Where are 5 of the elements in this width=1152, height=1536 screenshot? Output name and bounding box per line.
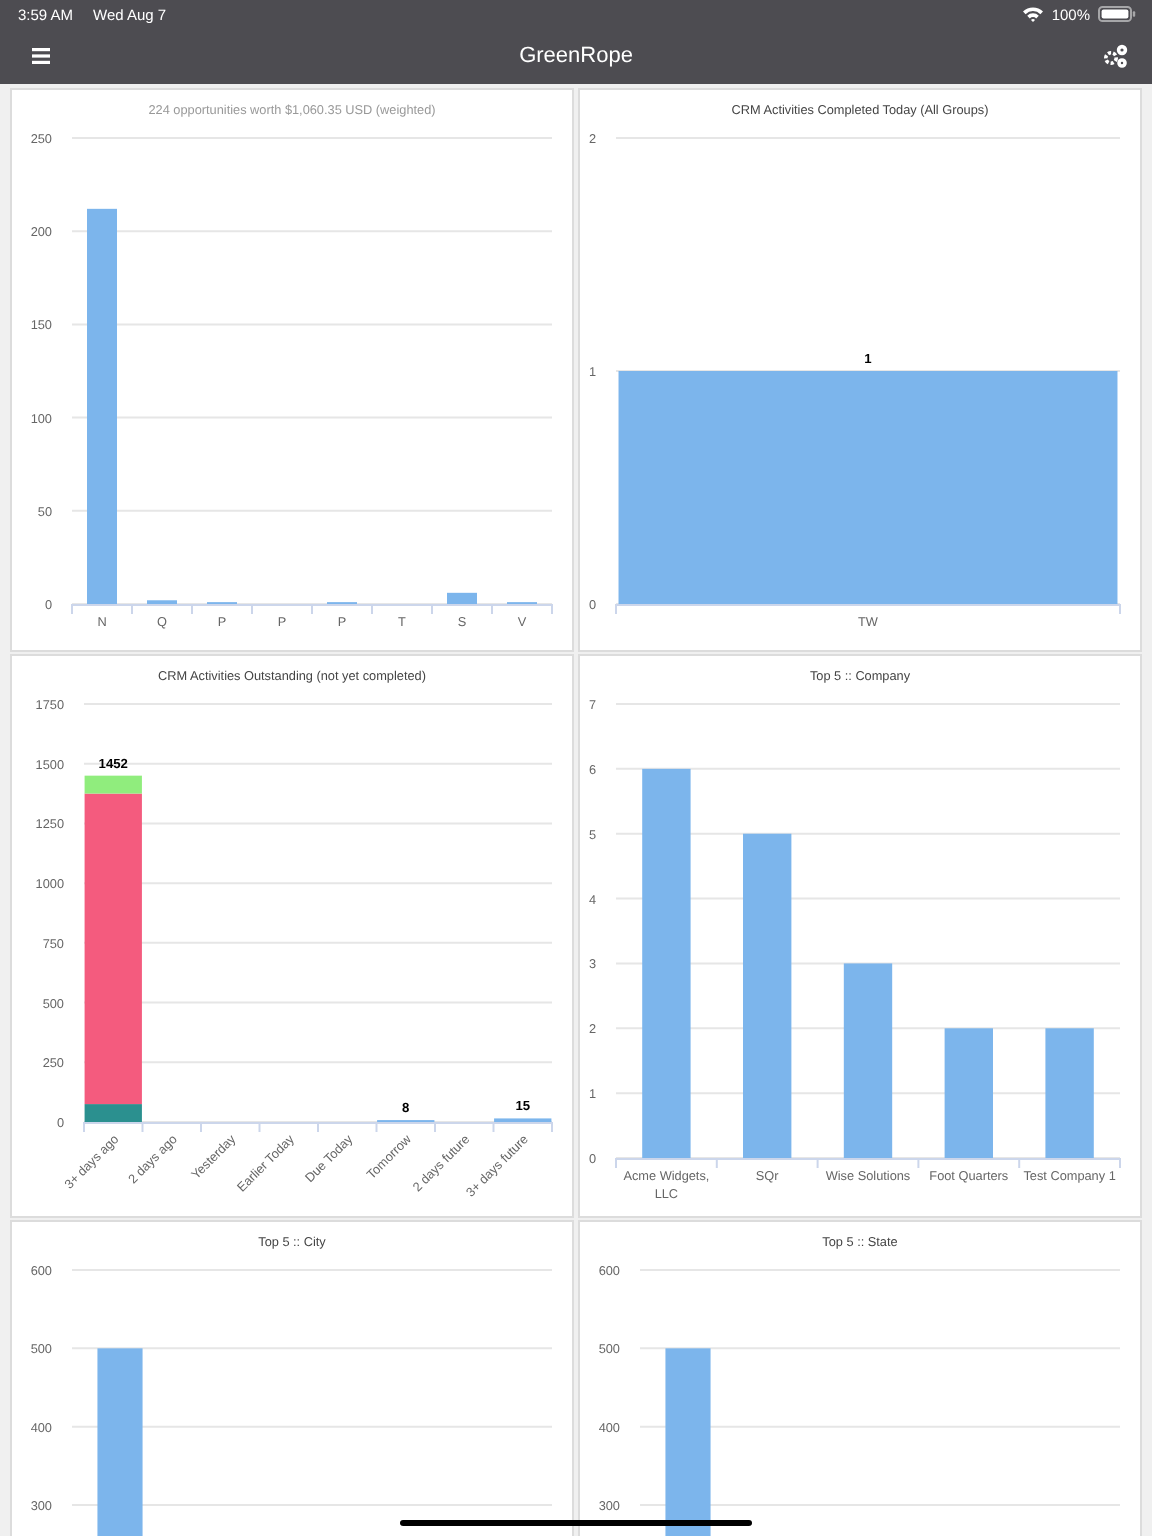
wifi-icon	[1021, 6, 1044, 22]
app-title: GreenRope	[519, 44, 633, 68]
menu-button[interactable]	[28, 44, 54, 68]
battery-icon	[1098, 6, 1136, 22]
settings-button[interactable]	[1098, 40, 1132, 72]
